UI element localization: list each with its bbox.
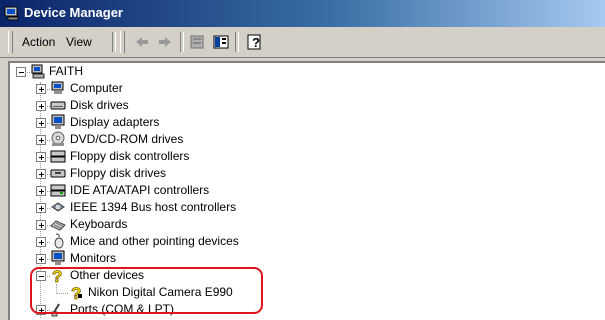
disk-drive-icon bbox=[50, 101, 66, 110]
menu-action-label: Action bbox=[22, 35, 56, 49]
tree-item-disk-drives[interactable]: Disk drives bbox=[10, 97, 570, 114]
tree-root[interactable]: FAITH bbox=[10, 63, 570, 80]
toolbar-grip-2[interactable] bbox=[120, 31, 125, 53]
tree-item-label: Disk drives bbox=[70, 98, 129, 112]
tree-item-label: IDE ATA/ATAPI controllers bbox=[70, 183, 210, 197]
tree-item-floppy-drives[interactable]: Floppy disk drives bbox=[10, 165, 570, 182]
dvd-drive-icon bbox=[51, 131, 65, 146]
tree-item-monitors[interactable]: Monitors bbox=[10, 250, 570, 267]
tree-item-label: Floppy disk controllers bbox=[70, 149, 190, 163]
display-icon bbox=[51, 114, 65, 129]
tree-item-ieee1394[interactable]: IEEE 1394 Bus host controllers bbox=[10, 199, 570, 216]
tree-item-display-adapters[interactable]: Display adapters bbox=[10, 114, 570, 131]
menu-view[interactable]: View bbox=[66, 35, 92, 49]
tree-item-label: Mice and other pointing devices bbox=[70, 234, 239, 248]
tree-item-keyboards[interactable]: Keyboards bbox=[10, 216, 570, 233]
properties-icon[interactable] bbox=[188, 33, 206, 51]
monitor-icon bbox=[51, 250, 65, 265]
tree-item-mice[interactable]: Mice and other pointing devices bbox=[10, 233, 570, 250]
floppy-controller-icon bbox=[50, 150, 66, 163]
tree-item-label: Floppy disk drives bbox=[70, 166, 167, 180]
ieee1394-icon bbox=[51, 202, 65, 212]
tree-item-floppy-controllers[interactable]: Floppy disk controllers bbox=[10, 148, 570, 165]
forward-arrow-icon[interactable] bbox=[156, 33, 174, 51]
tree-item-label: DVD/CD-ROM drives bbox=[70, 132, 184, 146]
toolbar-separator-2 bbox=[180, 32, 184, 52]
menu-view-label: View bbox=[66, 35, 92, 49]
tree-item-ide-controllers[interactable]: IDE ATA/ATAPI controllers bbox=[10, 182, 570, 199]
tree-item-label: Display adapters bbox=[70, 115, 160, 129]
help-icon[interactable]: ? bbox=[246, 33, 264, 51]
tree-item-label: Keyboards bbox=[70, 217, 128, 231]
device-manager-icon bbox=[4, 6, 19, 21]
window-title: Device Manager bbox=[24, 5, 123, 20]
toolbar-grip[interactable] bbox=[8, 31, 13, 53]
mouse-icon bbox=[54, 233, 64, 249]
tree-root-label: FAITH bbox=[49, 64, 84, 78]
tree-item-label: IEEE 1394 Bus host controllers bbox=[70, 200, 237, 214]
computer-icon bbox=[51, 81, 64, 94]
tree-item-dvd-cdrom[interactable]: DVD/CD-ROM drives bbox=[10, 131, 570, 148]
menu-action[interactable]: Action bbox=[22, 35, 55, 49]
device-tree[interactable]: FAITH Computer Disk drives Display adapt… bbox=[8, 61, 605, 320]
floppy-drive-icon bbox=[50, 169, 66, 178]
toolbar-separator bbox=[112, 32, 116, 52]
svg-text:?: ? bbox=[252, 35, 260, 50]
tree-item-label: Monitors bbox=[70, 251, 117, 265]
toolbar-separator-3 bbox=[235, 32, 239, 52]
scan-icon[interactable] bbox=[212, 33, 230, 51]
computer-icon bbox=[31, 64, 45, 79]
back-arrow-icon[interactable] bbox=[133, 33, 151, 51]
highlight-annotation bbox=[30, 267, 263, 314]
title-bar[interactable]: Device Manager bbox=[0, 0, 605, 27]
tree-item-computer[interactable]: Computer bbox=[10, 80, 570, 97]
menu-toolbar: Action View ? bbox=[0, 27, 605, 58]
tree-item-label: Computer bbox=[70, 81, 123, 95]
keyboard-icon bbox=[50, 220, 66, 231]
ide-controller-icon bbox=[50, 184, 66, 197]
device-manager-window: Device Manager Action View ? FAITH Compu… bbox=[0, 0, 605, 320]
